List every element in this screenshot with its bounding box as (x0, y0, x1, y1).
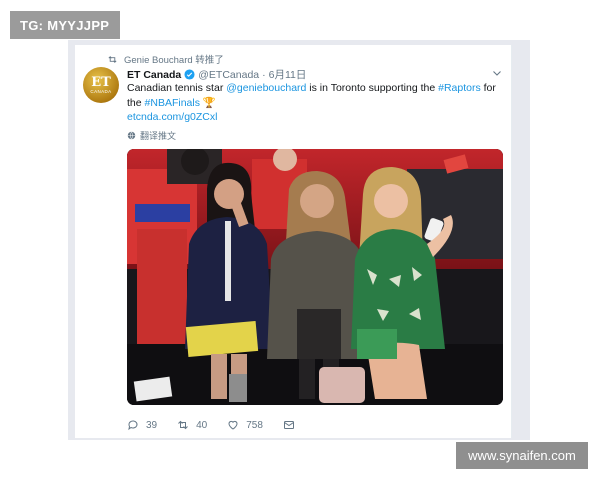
translate-label: 翻译推文 (140, 131, 177, 141)
hashtag-raptors[interactable]: #Raptors (438, 82, 481, 94)
tweet-text-prefix: Canadian tennis star (127, 82, 227, 94)
reply-count: 39 (146, 419, 158, 431)
retweet-button[interactable]: 40 (177, 419, 207, 431)
header-separator: · (262, 68, 266, 81)
reply-icon (128, 420, 138, 431)
verified-badge-icon (184, 69, 195, 80)
avatar-logo-subtext: CANADA (90, 88, 112, 94)
retweet-icon (178, 420, 188, 430)
avatar-logo-text: ET (91, 74, 111, 90)
retweeted-by-text: Genie Bouchard 转推了 (124, 55, 224, 66)
tweet-text-middle: is in Toronto supporting the (306, 82, 439, 94)
watermark-top-left: TG: MYYJJPP (10, 11, 120, 39)
translate-tweet-button[interactable]: 翻译推文 (127, 129, 176, 142)
direct-message-button[interactable] (283, 419, 295, 431)
chevron-down-icon[interactable] (491, 67, 503, 79)
watermark-bottom-right: www.synaifen.com (456, 442, 588, 469)
retweet-count: 40 (196, 419, 208, 431)
tweet-date[interactable]: 6月11日 (269, 67, 307, 82)
tweet-card[interactable]: Genie Bouchard 转推了 ET CANADA ET Canada @… (75, 45, 512, 438)
photo-courtside-fans (127, 149, 503, 405)
envelope-icon (283, 421, 294, 429)
tweet-link[interactable]: etcnda.com/g0ZCxl (127, 111, 217, 123)
reply-button[interactable]: 39 (127, 419, 157, 431)
tweet-photo[interactable] (127, 149, 503, 405)
tweet-actions: 39 40 758 (127, 417, 503, 433)
like-count: 758 (246, 419, 263, 431)
globe-icon (127, 131, 136, 140)
heart-icon (228, 420, 238, 430)
like-button[interactable]: 758 (227, 419, 263, 431)
author-name[interactable]: ET Canada (127, 69, 181, 81)
mention-link[interactable]: @geniebouchard (226, 82, 306, 94)
trophy-emoji: 🏆 (202, 97, 216, 109)
tweet-text: Canadian tennis star @geniebouchard is i… (127, 81, 502, 111)
tweet-header: ET Canada @ETCanada · 6月11日 (127, 67, 306, 82)
retweet-context: Genie Bouchard 转推了 (107, 52, 224, 66)
hashtag-nbafinals[interactable]: #NBAFinals (145, 97, 200, 109)
avatar[interactable]: ET CANADA (83, 67, 119, 103)
retweet-icon (108, 55, 117, 63)
author-handle[interactable]: @ETCanada (198, 69, 259, 81)
